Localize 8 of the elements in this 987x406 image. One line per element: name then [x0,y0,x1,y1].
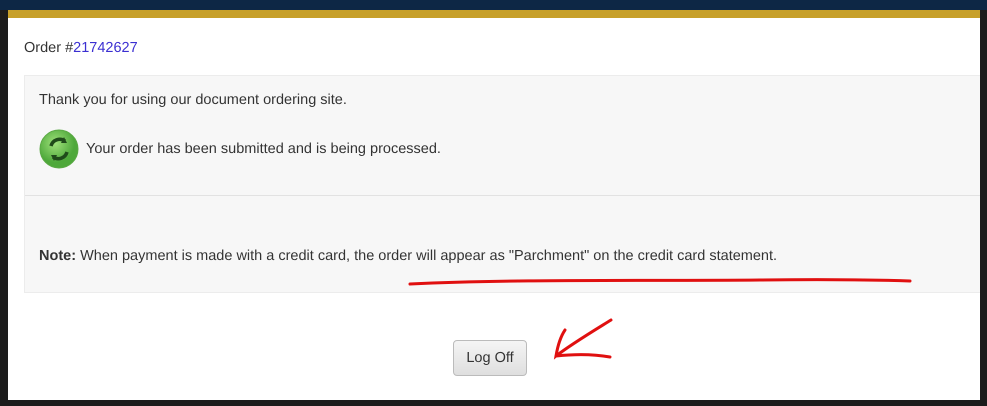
thank-you-text: Thank you for using our document ordering site. [39,92,348,108]
log-off-button[interactable]: Log Off [453,340,527,376]
order-label: Order # [24,40,74,58]
arrow-drawing [554,318,612,358]
status-text: Your order has been submitted and is being processed. [86,141,441,157]
refresh-icon [39,129,79,169]
order-number-link[interactable]: 21742627 [73,40,138,75]
note-text: Note: When payment is made with a credit card, the order will appear as "Parchment" on the credit card statement. [39,248,778,264]
